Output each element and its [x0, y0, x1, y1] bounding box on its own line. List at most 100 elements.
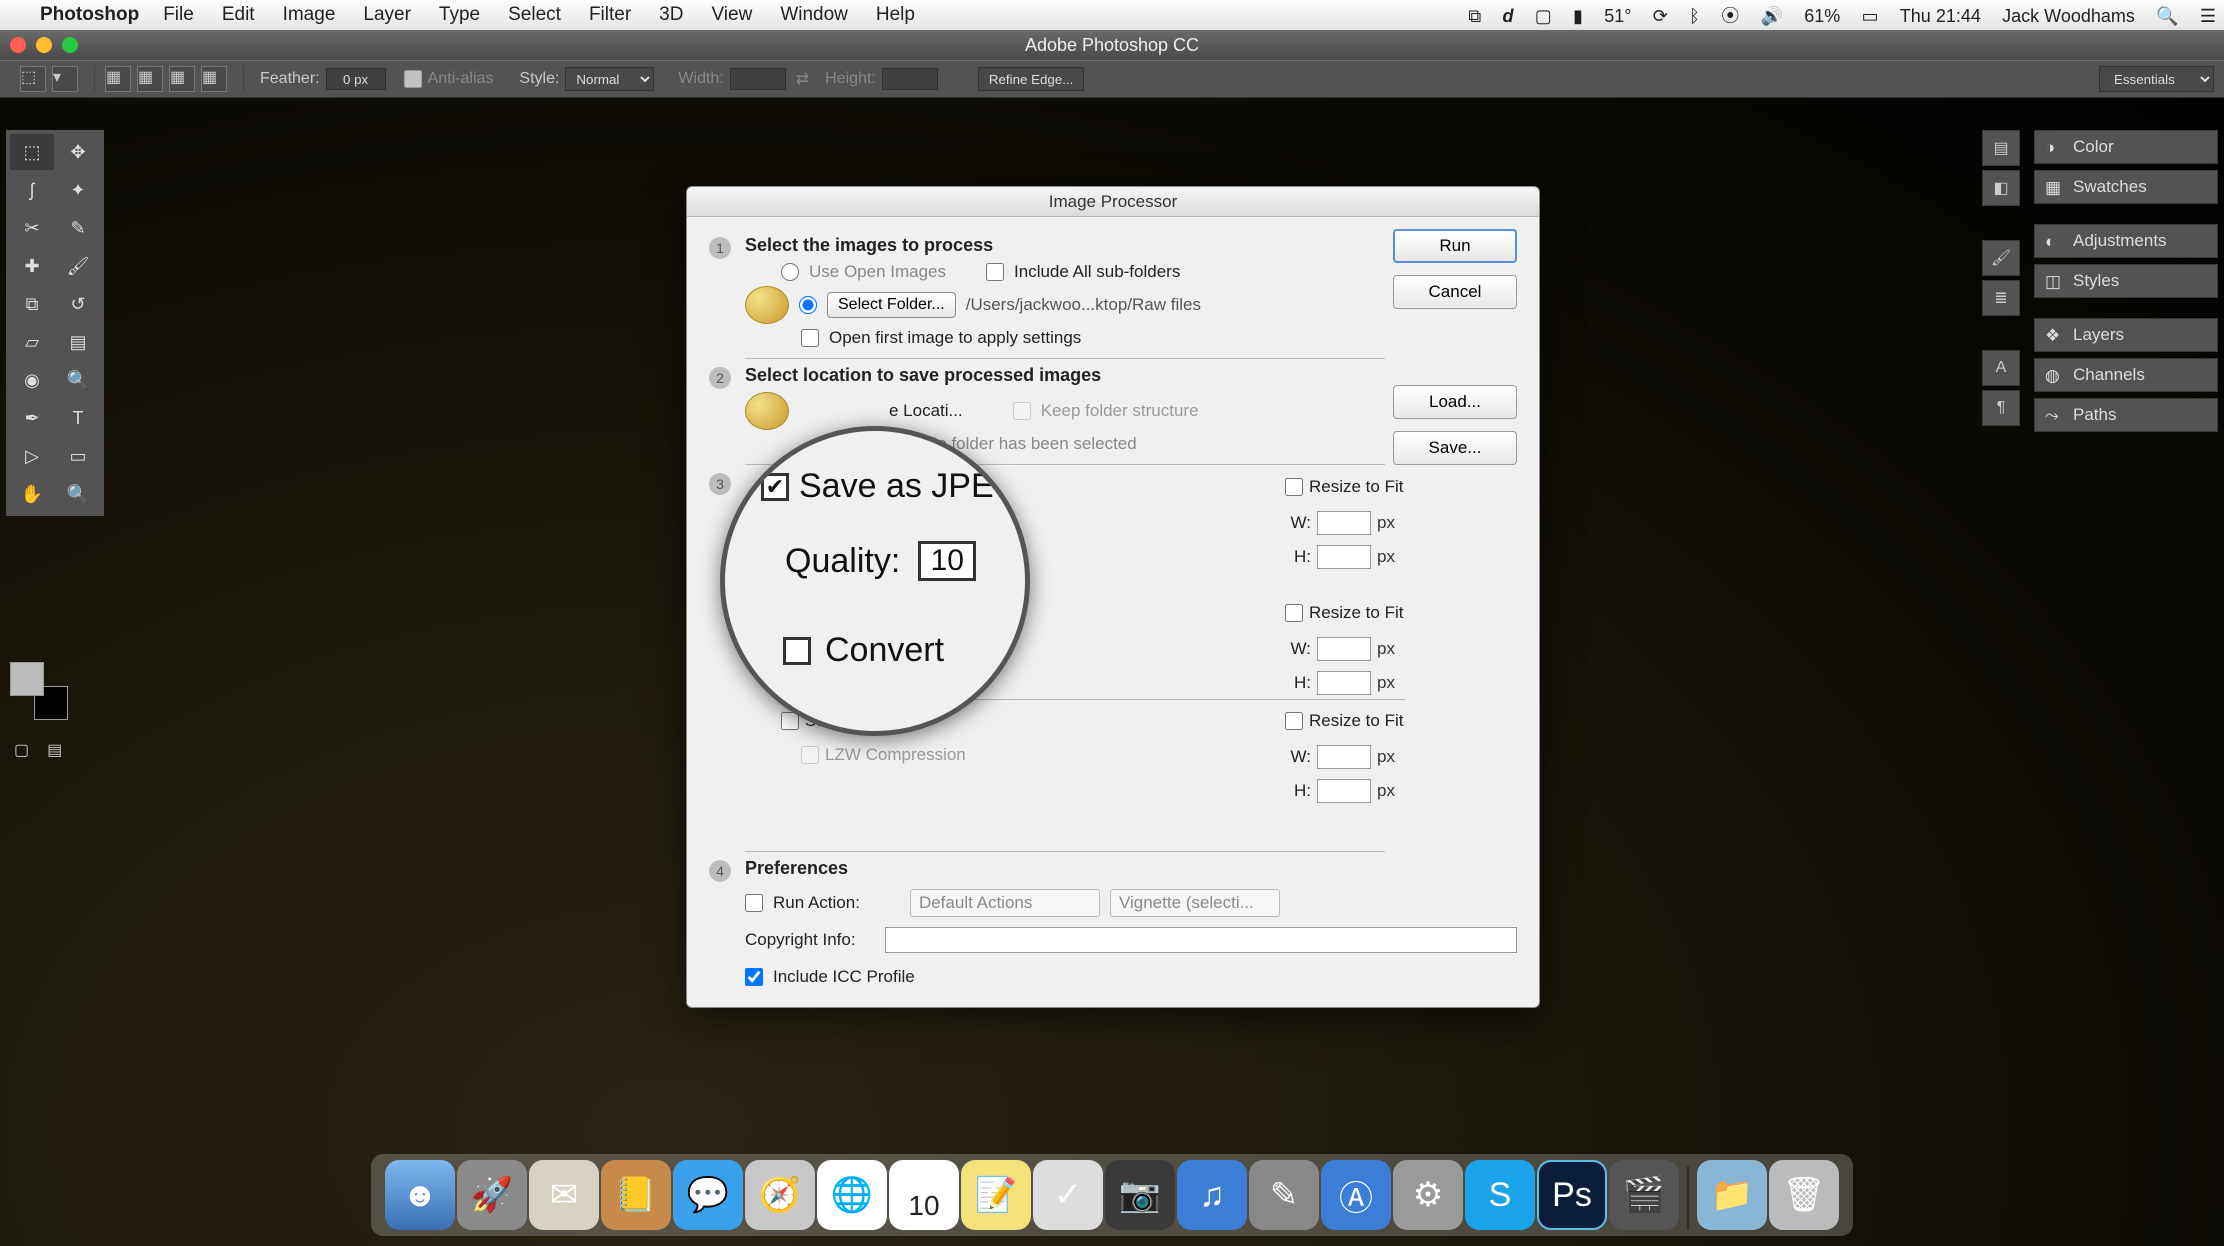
refine-edge-button[interactable]: Refine Edge... [978, 67, 1084, 91]
icc-checkbox[interactable] [745, 968, 763, 986]
move-tool[interactable]: ✥ [56, 134, 100, 170]
battery-glyph-icon[interactable]: ▭ [1862, 6, 1879, 26]
dock-chrome-icon[interactable]: 🌐 [817, 1160, 887, 1230]
dock-calendar-icon[interactable]: 10 [889, 1160, 959, 1230]
swatches-panel-tab[interactable]: ▦Swatches [2035, 171, 2217, 203]
healing-tool[interactable]: ✚ [10, 248, 54, 284]
volume-icon[interactable]: 🔊 [1760, 6, 1782, 26]
quickmask-icon[interactable]: ▢ [14, 740, 29, 760]
pen-tool[interactable]: ✒ [10, 400, 54, 436]
dock-photobooth-icon[interactable]: 📷 [1105, 1160, 1175, 1230]
keep-folder-structure-checkbox[interactable] [1013, 402, 1031, 420]
menu-select[interactable]: Select [508, 4, 561, 26]
dock-messages-icon[interactable]: 💬 [673, 1160, 743, 1230]
menu-window[interactable]: Window [780, 4, 848, 26]
menu-edit[interactable]: Edit [222, 4, 255, 26]
battery-icon[interactable]: ▮ [1573, 6, 1583, 26]
user-name[interactable]: Jack Woodhams [2002, 6, 2135, 26]
brushpresets-panel-icon[interactable]: ≣ [1982, 280, 2020, 316]
dock-reminders-icon[interactable]: ✓ [1033, 1160, 1103, 1230]
lasso-tool[interactable]: ʃ [10, 172, 54, 208]
gradient-tool[interactable]: ▤ [56, 324, 100, 360]
menu-file[interactable]: File [163, 4, 194, 26]
copyright-input[interactable] [885, 927, 1517, 953]
screenmode-icon[interactable]: ▤ [47, 740, 62, 760]
path-select-tool[interactable]: ▷ [10, 438, 54, 474]
workspace-switcher[interactable]: Essentials [2099, 66, 2214, 92]
save-button[interactable]: Save... [1393, 431, 1517, 465]
zoom-tool[interactable]: 🔍 [56, 476, 100, 512]
notification-center-icon[interactable]: ☰ [2200, 6, 2216, 26]
select-folder-radio[interactable] [799, 296, 817, 314]
psd-w-input[interactable] [1317, 637, 1371, 661]
jpeg-h-input[interactable] [1317, 545, 1371, 569]
brush-panel-icon[interactable]: 🖌 [1982, 240, 2020, 276]
menu-3d[interactable]: 3D [659, 4, 683, 26]
lzw-checkbox[interactable] [801, 746, 819, 764]
height-input[interactable] [882, 68, 938, 90]
menu-image[interactable]: Image [283, 4, 336, 26]
menu-help[interactable]: Help [876, 4, 915, 26]
color-panel-tab[interactable]: ◑Color [2035, 131, 2217, 163]
minimize-window-button[interactable] [36, 37, 52, 53]
tiff-w-input[interactable] [1317, 745, 1371, 769]
selection-subtract-icon[interactable]: ▦ [169, 66, 195, 92]
spotlight-icon[interactable]: 🔍 [2156, 6, 2178, 26]
shape-tool[interactable]: ▭ [56, 438, 100, 474]
dock-trash-icon[interactable]: 🗑 [1769, 1160, 1839, 1230]
marquee-preset-icon[interactable]: ⬚ [20, 66, 46, 92]
dock-itunes-icon[interactable]: ♫ [1177, 1160, 1247, 1230]
app-menu[interactable]: Photoshop [40, 4, 139, 26]
zoom-window-button[interactable] [62, 37, 78, 53]
open-first-image-checkbox[interactable] [801, 329, 819, 347]
action-select[interactable]: Vignette (selecti... [1110, 889, 1280, 917]
character-panel-icon[interactable]: A [1982, 350, 2020, 386]
style-select[interactable]: Normal [565, 67, 654, 91]
width-input[interactable] [730, 68, 786, 90]
psd-h-input[interactable] [1317, 671, 1371, 695]
include-subfolders-checkbox[interactable] [986, 263, 1004, 281]
dock-finder-icon[interactable]: ☻ [385, 1160, 455, 1230]
swap-wh-icon[interactable]: ⇄ [796, 69, 809, 89]
styles-panel-tab[interactable]: ◫Styles [2035, 265, 2217, 297]
history-panel-icon[interactable]: ▤ [1982, 130, 2020, 166]
temp-indicator[interactable]: 51° [1604, 6, 1631, 26]
dock-safari-icon[interactable]: 🧭 [745, 1160, 815, 1230]
run-button[interactable]: Run [1393, 229, 1517, 263]
jpeg-resize-checkbox[interactable] [1285, 478, 1303, 496]
blur-tool[interactable]: ◉ [10, 362, 54, 398]
display-icon[interactable]: ▢ [1535, 6, 1552, 26]
history-brush-tool[interactable]: ↺ [56, 286, 100, 322]
menu-filter[interactable]: Filter [589, 4, 631, 26]
layers-panel-tab[interactable]: ❖Layers [2035, 319, 2217, 351]
menu-layer[interactable]: Layer [363, 4, 411, 26]
clock[interactable]: Thu 21:44 [1900, 6, 1981, 26]
screencast-icon[interactable]: ⧉ [1468, 6, 1481, 26]
channels-panel-tab[interactable]: ◍Channels [2035, 359, 2217, 391]
dock-mail-icon[interactable]: ✉ [529, 1160, 599, 1230]
magic-wand-tool[interactable]: ✦ [56, 172, 100, 208]
dock-launchpad-icon[interactable]: 🚀 [457, 1160, 527, 1230]
selection-add-icon[interactable]: ▦ [137, 66, 163, 92]
sync-icon[interactable]: ⟳ [1653, 6, 1668, 26]
tiff-h-input[interactable] [1317, 779, 1371, 803]
antialias-checkbox[interactable] [404, 70, 422, 88]
dock-skype-icon[interactable]: S [1465, 1160, 1535, 1230]
action-set-select[interactable]: Default Actions [910, 889, 1100, 917]
jpeg-w-input[interactable] [1317, 511, 1371, 535]
tiff-resize-checkbox[interactable] [1285, 712, 1303, 730]
run-action-checkbox[interactable] [745, 894, 763, 912]
use-open-images-radio[interactable] [781, 263, 799, 281]
foreground-color-swatch[interactable] [10, 662, 44, 696]
close-window-button[interactable] [10, 37, 26, 53]
dock-contacts-icon[interactable]: 📒 [601, 1160, 671, 1230]
dodge-tool[interactable]: 🔍 [56, 362, 100, 398]
selection-intersect-icon[interactable]: ▦ [201, 66, 227, 92]
dock-notes-icon[interactable]: 📝 [961, 1160, 1031, 1230]
feather-input[interactable] [326, 68, 386, 90]
psd-resize-checkbox[interactable] [1285, 604, 1303, 622]
workspace-select[interactable]: Essentials [2099, 66, 2214, 92]
foreground-background-swatch[interactable] [10, 662, 68, 720]
dock-downloads-icon[interactable]: 📁 [1697, 1160, 1767, 1230]
eyedropper-tool[interactable]: ✎ [56, 210, 100, 246]
